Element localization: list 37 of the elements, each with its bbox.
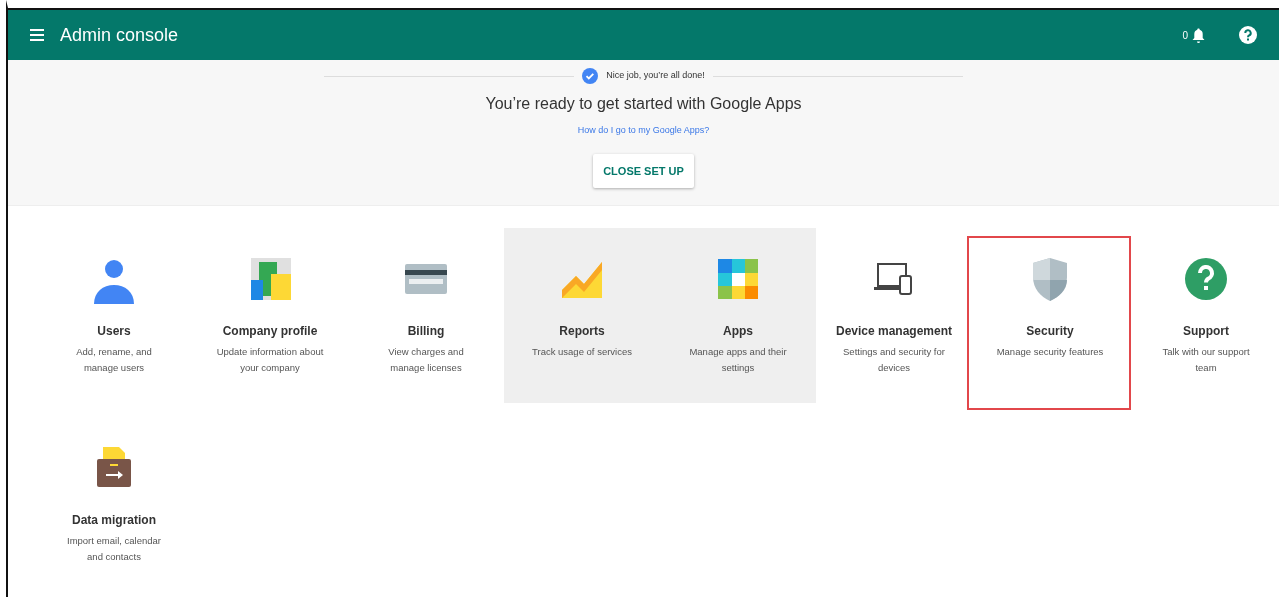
tile-title[interactable]: Company profile xyxy=(192,322,348,340)
bell-icon[interactable] xyxy=(1192,27,1205,43)
app-tile[interactable]: Data migration Import email, calendar and contacts xyxy=(36,417,192,592)
check-circle-icon xyxy=(582,68,599,84)
app-tile[interactable]: Support Talk with our support team xyxy=(1128,228,1279,403)
help-link[interactable]: How do I go to my Google Apps? xyxy=(577,124,710,138)
close-setup-button[interactable]: CLOSE SET UP xyxy=(593,153,694,188)
tile-description: Manage apps and their settings xyxy=(688,345,788,375)
tile-title[interactable]: Reports xyxy=(504,322,660,340)
tile-description: Import email, calendar and contacts xyxy=(66,534,162,564)
tile-title[interactable]: Billing xyxy=(348,322,504,340)
status-text: Nice job, you’re all done! xyxy=(606,69,705,83)
tile-title[interactable]: Support xyxy=(1128,322,1279,340)
app-tile[interactable]: Company profile Update information about your company xyxy=(192,228,348,403)
app-tile[interactable]: Apps Manage apps and their settings xyxy=(660,228,816,403)
app-tile[interactable]: Users Add, rename, and manage users xyxy=(36,228,192,403)
app-tile[interactable]: Reports Track usage of services xyxy=(504,228,660,403)
menu-icon[interactable] xyxy=(30,29,44,41)
tile-description: Manage security features xyxy=(995,345,1105,359)
app-tile[interactable]: Billing View charges and manage licenses xyxy=(348,228,504,403)
tile-title[interactable]: Security xyxy=(972,322,1128,340)
tile-description: Track usage of services xyxy=(531,345,633,359)
tile-description: Talk with our support team xyxy=(1161,345,1251,375)
tile-title[interactable]: Users xyxy=(36,322,192,340)
app-tile[interactable]: Security Manage security features xyxy=(972,228,1128,403)
app-title: Admin console xyxy=(60,23,179,47)
tile-title[interactable]: Data migration xyxy=(36,511,192,529)
tile-description: View charges and manage licenses xyxy=(387,345,465,375)
tile-title[interactable]: Apps xyxy=(660,322,816,340)
setup-heading: You’re ready to get started with Google Apps xyxy=(485,94,802,114)
help-icon[interactable] xyxy=(1239,26,1257,44)
tile-title[interactable]: Device management xyxy=(816,322,972,340)
tile-description: Add, rename, and manage users xyxy=(75,345,153,375)
notification-count: 0 xyxy=(1182,28,1188,43)
tile-description: Settings and security for devices xyxy=(842,345,946,375)
app-tile[interactable]: Device management Settings and security for devices xyxy=(816,228,972,403)
tile-description: Update information about your company xyxy=(215,345,325,375)
